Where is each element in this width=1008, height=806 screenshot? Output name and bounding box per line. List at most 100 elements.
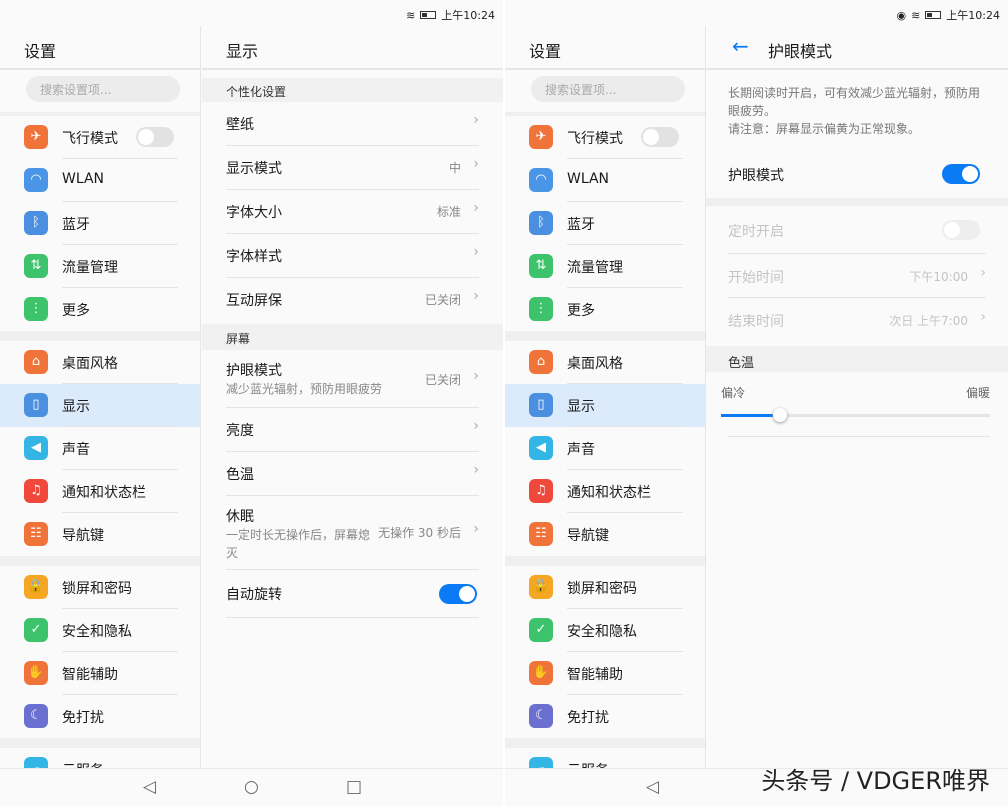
settings-row[interactable]: 壁纸› [226, 102, 479, 146]
sidebar-item[interactable]: ☾免打扰 [505, 695, 705, 738]
end-time-row[interactable]: 结束时间次日 上午7:00› [728, 298, 986, 342]
settings-row[interactable]: 显示模式中› [226, 146, 479, 190]
sidebar-item-label: 更多 [567, 300, 595, 320]
color-temp-slider[interactable] [721, 414, 990, 417]
sidebar-item[interactable]: 🔒锁屏和密码 [505, 566, 705, 609]
status-bar: ◉≋上午10:24 [505, 0, 1008, 26]
sidebar-item-label: 智能辅助 [62, 664, 118, 684]
sidebar-item-label: 显示 [62, 396, 90, 416]
eye-care-toggle[interactable] [942, 164, 980, 184]
row-value: 标准 [437, 203, 461, 220]
search-input[interactable]: 搜索设置项... [531, 76, 685, 102]
sidebar-item[interactable]: ✈飞行模式 [505, 116, 705, 159]
sidebar-item[interactable]: ✈ 飞行模式 [0, 116, 200, 159]
sidebar-item[interactable]: ⇅流量管理 [505, 245, 705, 288]
status-bar: ≋上午10:24 [0, 0, 503, 26]
notice-text: 请注意：屏幕显示偏黄为正常现象。 [728, 120, 986, 138]
sidebar-item[interactable]: ᛒ蓝牙 [505, 202, 705, 245]
sidebar-item[interactable]: ⋮更多 [505, 288, 705, 331]
sidebar-item[interactable]: ᛒ蓝牙 [0, 202, 200, 245]
sidebar-item-label: 导航键 [567, 525, 609, 545]
lock-icon: 🔒 [529, 575, 553, 599]
sidebar-item[interactable]: ▯显示 [0, 384, 200, 427]
scheduled-toggle[interactable] [942, 220, 980, 240]
row-value: 次日 上午7:00 [889, 312, 968, 329]
wifi-icon: ≋ [911, 9, 920, 22]
back-arrow-icon[interactable]: ← [732, 34, 749, 58]
group-divider [505, 331, 705, 341]
sidebar-item[interactable]: ☾免打扰 [0, 695, 200, 738]
sidebar-item[interactable]: ✓ 安全和隐私 [0, 609, 200, 652]
shield-icon: ✓ [24, 618, 48, 642]
eye-care-row[interactable]: 护眼模式 减少蓝光辐射，预防用眼疲劳 已关闭 › [226, 350, 479, 408]
brightness-row[interactable]: 亮度› [226, 408, 479, 452]
clock: 上午10:24 [441, 7, 495, 23]
sidebar-item-label: 飞行模式 [567, 128, 623, 148]
cool-label: 偏冷 [721, 384, 745, 401]
back-nav-icon[interactable]: ◁ [143, 777, 156, 797]
sidebar-item[interactable]: ☷导航键 [0, 513, 200, 556]
home-nav-icon[interactable]: ○ [244, 777, 259, 797]
sidebar-item[interactable]: ⋮更多 [0, 288, 200, 331]
home-style-icon: ⌂ [529, 350, 553, 374]
row-value: 已关闭 [425, 371, 461, 388]
row-value: 无操作 30 秒后 [378, 524, 461, 541]
search-input[interactable]: 搜索设置项... [26, 76, 180, 102]
slider-thumb[interactable] [773, 408, 787, 422]
row-label: 休眠 [226, 506, 254, 526]
sidebar-item[interactable]: ⇅ 流量管理 [0, 245, 200, 288]
settings-row[interactable]: 互动屏保已关闭› [226, 278, 479, 322]
sidebar-item[interactable]: ♫通知和状态栏 [505, 470, 705, 513]
recents-nav-icon[interactable]: □ [346, 777, 362, 797]
start-time-row[interactable]: 开始时间下午10:00› [728, 254, 986, 298]
row-value: 已关闭 [425, 291, 461, 308]
sidebar-item[interactable]: ◀声音 [0, 427, 200, 470]
settings-row[interactable]: 字体样式› [226, 234, 479, 278]
sidebar-item-label: 飞行模式 [62, 128, 118, 148]
sidebar-item[interactable]: ✓安全和隐私 [505, 609, 705, 652]
sidebar-item-label: 声音 [62, 439, 90, 459]
notification-icon: ♫ [529, 479, 553, 503]
color-temp-row[interactable]: 色温› [226, 452, 479, 496]
settings-row[interactable]: 字体大小标准› [226, 190, 479, 234]
sidebar-item[interactable]: ◠WLAN [505, 159, 705, 202]
chevron-right-icon: › [473, 521, 479, 537]
sidebar-item-label: 桌面风格 [62, 353, 118, 373]
sidebar-item[interactable]: 🔒锁屏和密码 [0, 566, 200, 609]
data-usage-icon: ⇅ [24, 254, 48, 278]
sidebar-item-label: 蓝牙 [62, 214, 90, 234]
sound-icon: ◀ [529, 436, 553, 460]
sidebar-item-label: 流量管理 [62, 257, 118, 277]
battery-icon [925, 11, 941, 19]
sidebar-item[interactable]: ▯显示 [505, 384, 705, 427]
page-title: 显示 [226, 38, 258, 62]
sidebar-item[interactable]: ◀声音 [505, 427, 705, 470]
auto-rotate-toggle[interactable] [439, 584, 477, 604]
chevron-right-icon: › [473, 462, 479, 478]
home-style-icon: ⌂ [24, 350, 48, 374]
sidebar-item[interactable]: ◠WLAN [0, 159, 200, 202]
display-icon: ▯ [529, 393, 553, 417]
airplane-mode-toggle[interactable] [136, 127, 174, 147]
airplane-mode-toggle[interactable] [641, 127, 679, 147]
chevron-right-icon: › [473, 156, 479, 172]
group-divider [0, 556, 200, 566]
sidebar-item[interactable]: ☷ 导航键 [505, 513, 705, 556]
navigation-key-icon: ☷ [529, 522, 553, 546]
airplane-icon: ✈ [24, 125, 48, 149]
sidebar-item[interactable]: ⌂桌面风格 [505, 341, 705, 384]
sleep-row[interactable]: 休眠 一定时长无操作后，屏幕熄灭 无操作 30 秒后 › [226, 496, 479, 570]
sidebar-item[interactable]: ✋智能辅助 [0, 652, 200, 695]
group-divider [505, 738, 705, 748]
warm-label: 偏暖 [966, 384, 990, 401]
eye-care-panel: ←护眼模式 长期阅读时开启，可有效减少蓝光辐射，预防用眼疲劳。请注意：屏幕显示偏… [706, 26, 1008, 768]
sidebar-item[interactable]: ✋智能辅助 [505, 652, 705, 695]
sidebar-item[interactable]: ⌂ 桌面风格 [0, 341, 200, 384]
back-nav-icon[interactable]: ◁ [646, 777, 659, 797]
sidebar-item[interactable]: ♫通知和状态栏 [0, 470, 200, 513]
auto-rotate-row: 自动旋转 [226, 570, 479, 618]
navigation-key-icon: ☷ [24, 522, 48, 546]
sidebar-item-label: 安全和隐私 [62, 621, 132, 641]
section-screen: 屏幕 [202, 324, 503, 350]
scheduled-row: 定时开启 [728, 206, 986, 254]
